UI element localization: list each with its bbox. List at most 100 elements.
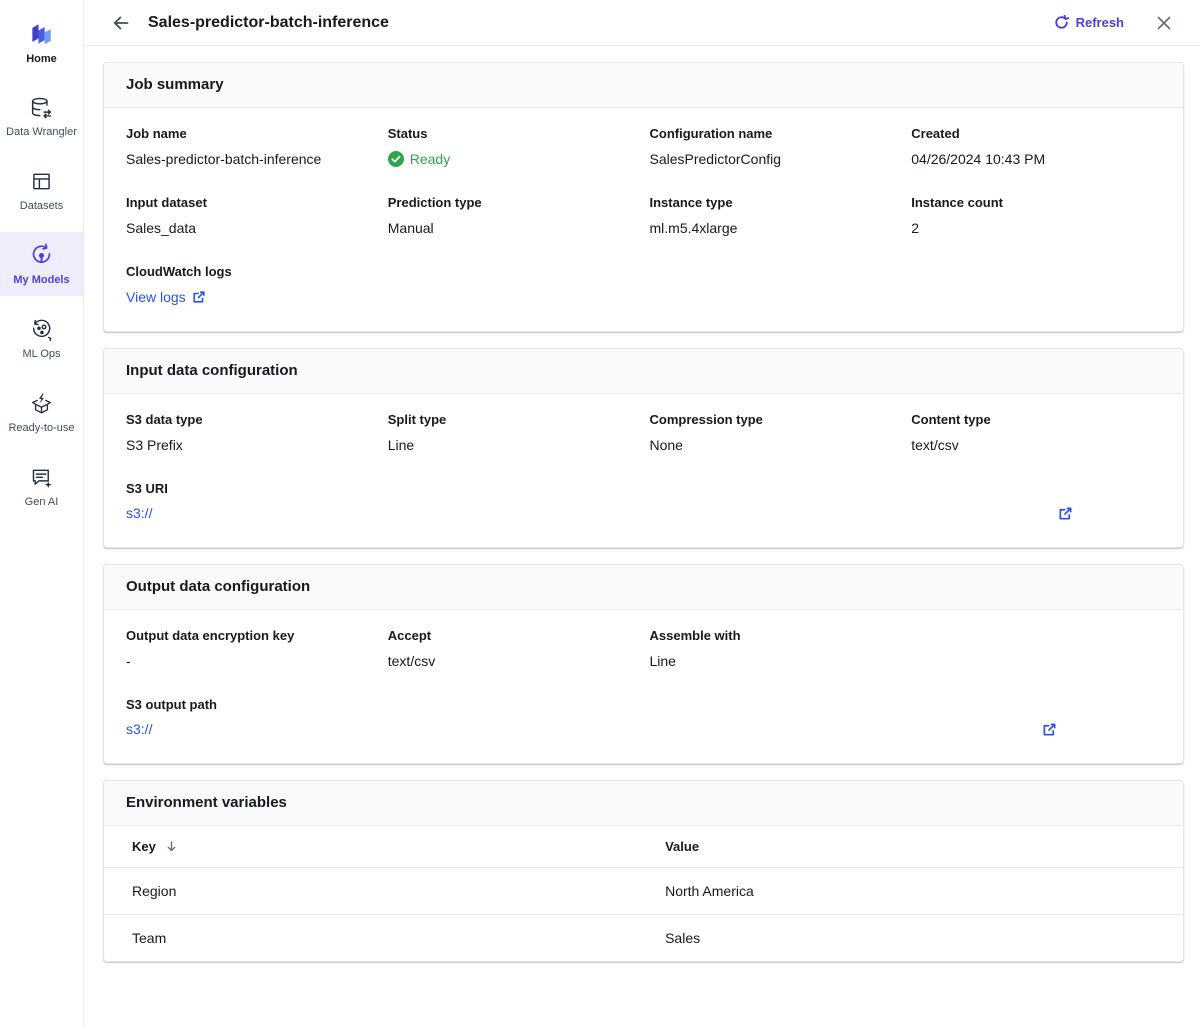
- env-value-cell: Sales: [665, 914, 1183, 961]
- field-status: Status Ready: [388, 126, 638, 168]
- content: Job summary Job name Sales-predictor-bat…: [84, 46, 1200, 986]
- back-button[interactable]: [110, 12, 132, 34]
- gen-ai-icon: [28, 464, 55, 491]
- field-value: SalesPredictorConfig: [650, 150, 900, 168]
- environment-variables-table: Key Value Region: [104, 826, 1183, 961]
- table-header-row: Key Value: [104, 826, 1183, 868]
- data-wrangler-icon: [28, 94, 55, 121]
- sidebar-item-ready-to-use[interactable]: Ready-to-use: [0, 380, 83, 444]
- field-value: text/csv: [911, 436, 1161, 454]
- field-value: Sales_data: [126, 219, 376, 237]
- card-header: Output data configuration: [104, 565, 1183, 610]
- field-label: Created: [911, 126, 1161, 141]
- open-s3-output-path-button[interactable]: [1040, 720, 1059, 739]
- sort-descending-icon: [165, 840, 178, 853]
- card-title: Job summary: [126, 76, 224, 93]
- s3-uri-link[interactable]: s3://: [126, 505, 152, 521]
- field-value: Sales-predictor-batch-inference: [126, 150, 376, 168]
- sidebar-item-gen-ai[interactable]: Gen AI: [0, 454, 83, 518]
- column-header-key[interactable]: Key: [104, 826, 665, 868]
- field-value: Line: [650, 652, 900, 670]
- field-label: Input dataset: [126, 195, 376, 210]
- sidebar-item-label: Datasets: [20, 201, 63, 212]
- field-label: S3 URI: [126, 481, 168, 496]
- canvas-logo-icon: [27, 20, 57, 48]
- field-s3-data-type: S3 data type S3 Prefix: [126, 412, 376, 454]
- card-header: Input data configuration: [104, 349, 1183, 394]
- field-input-dataset: Input dataset Sales_data: [126, 195, 376, 237]
- field-cloudwatch-logs: CloudWatch logs View logs: [126, 264, 638, 306]
- field-instance-count: Instance count 2: [911, 195, 1161, 237]
- sidebar-item-label: Ready-to-use: [8, 423, 74, 434]
- field-label: Accept: [388, 628, 638, 643]
- refresh-label: Refresh: [1076, 15, 1124, 30]
- table-row: Region North America: [104, 867, 1183, 914]
- field-s3-output-path: S3 output path s3://: [126, 697, 217, 739]
- field-value: -: [126, 652, 376, 670]
- status-text: Ready: [410, 150, 450, 168]
- field-value: 04/26/2024 10:43 PM: [911, 150, 1161, 168]
- field-value: text/csv: [388, 652, 638, 670]
- field-label: S3 data type: [126, 412, 376, 427]
- sidebar-item-datasets[interactable]: Datasets: [0, 158, 83, 222]
- card-header: Environment variables: [104, 781, 1183, 826]
- field-job-name: Job name Sales-predictor-batch-inference: [126, 126, 376, 168]
- field-label: Prediction type: [388, 195, 638, 210]
- view-logs-link[interactable]: View logs: [126, 288, 206, 306]
- field-label: Assemble with: [650, 628, 900, 643]
- field-value: Line: [388, 436, 638, 454]
- field-label: Instance type: [650, 195, 900, 210]
- env-value-cell: North America: [665, 867, 1183, 914]
- close-button[interactable]: [1154, 13, 1174, 33]
- card-header: Job summary: [104, 63, 1183, 108]
- field-assemble-with: Assemble with Line: [650, 628, 900, 670]
- sidebar-item-my-models[interactable]: My Models: [0, 232, 83, 296]
- ready-to-use-icon: [28, 390, 55, 417]
- field-label: Output data encryption key: [126, 628, 376, 643]
- field-compression-type: Compression type None: [650, 412, 900, 454]
- sidebar-item-label: ML Ops: [22, 349, 60, 360]
- s3-uri-row: S3 URI s3://: [126, 481, 1161, 523]
- sidebar-item-ml-ops[interactable]: ML Ops: [0, 306, 83, 370]
- card-body: S3 data type S3 Prefix Split type Line C…: [104, 394, 1183, 547]
- field-value: ml.m5.4xlarge: [650, 219, 900, 237]
- field-value: 2: [911, 219, 1161, 237]
- my-models-icon: [28, 242, 55, 269]
- open-s3-uri-button[interactable]: [1056, 504, 1075, 523]
- close-icon: [1156, 15, 1172, 31]
- sidebar-item-label: Data Wrangler: [6, 127, 77, 138]
- input-data-configuration-card: Input data configuration S3 data type S3…: [103, 348, 1184, 548]
- field-value: None: [650, 436, 900, 454]
- sidebar-item-label: Home: [26, 54, 57, 65]
- environment-variables-card: Environment variables Key: [103, 780, 1184, 962]
- field-split-type: Split type Line: [388, 412, 638, 454]
- field-configuration-name: Configuration name SalesPredictorConfig: [650, 126, 900, 168]
- field-label: Split type: [388, 412, 638, 427]
- sidebar-item-home[interactable]: Home: [0, 10, 83, 74]
- field-value: S3 Prefix: [126, 436, 376, 454]
- env-key-cell: Team: [104, 914, 665, 961]
- sidebar-item-data-wrangler[interactable]: Data Wrangler: [0, 84, 83, 148]
- field-s3-uri: S3 URI s3://: [126, 481, 168, 523]
- s3-output-path-row: S3 output path s3://: [126, 697, 1161, 739]
- job-summary-card: Job summary Job name Sales-predictor-bat…: [103, 62, 1184, 332]
- card-body: Job name Sales-predictor-batch-inference…: [104, 108, 1183, 331]
- field-label: Configuration name: [650, 126, 900, 141]
- column-header-value[interactable]: Value: [665, 826, 1183, 868]
- field-label: S3 output path: [126, 697, 217, 712]
- field-label: Content type: [911, 412, 1161, 427]
- ml-ops-icon: [28, 316, 55, 343]
- card-body: Key Value Region: [104, 826, 1183, 961]
- field-instance-type: Instance type ml.m5.4xlarge: [650, 195, 900, 237]
- external-link-icon: [1042, 722, 1057, 737]
- s3-output-path-link[interactable]: s3://: [126, 721, 152, 737]
- refresh-button[interactable]: Refresh: [1054, 15, 1124, 30]
- field-value: Manual: [388, 219, 638, 237]
- success-check-icon: [388, 151, 404, 167]
- card-title: Input data configuration: [126, 362, 298, 379]
- arrow-left-icon: [112, 14, 130, 32]
- card-body: Output data encryption key - Accept text…: [104, 610, 1183, 763]
- env-key-cell: Region: [104, 867, 665, 914]
- card-title: Environment variables: [126, 794, 287, 811]
- table-row: Team Sales: [104, 914, 1183, 961]
